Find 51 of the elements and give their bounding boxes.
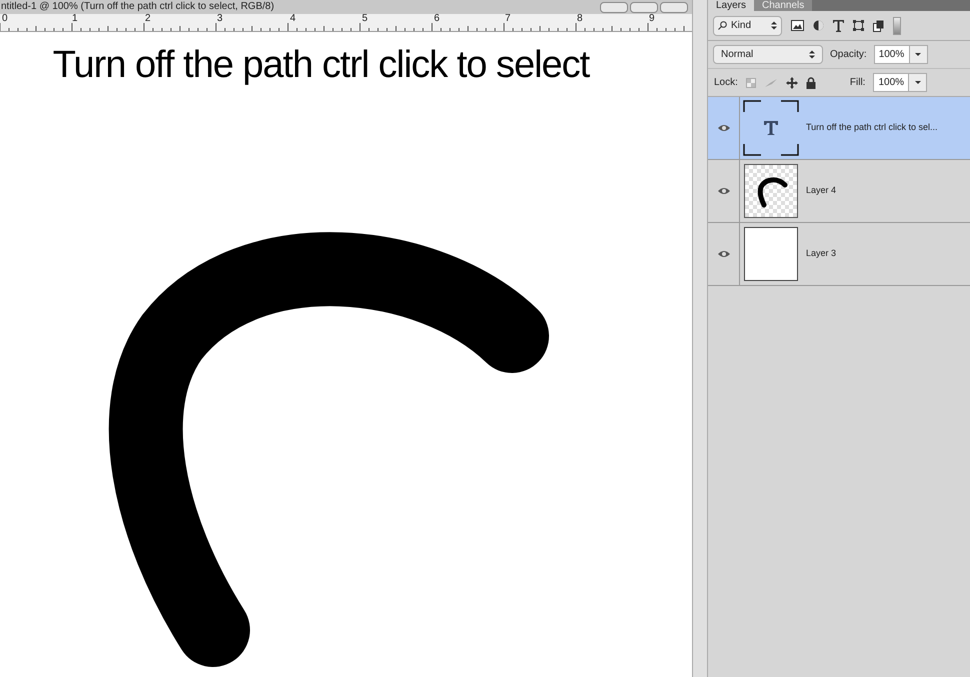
layer-name: Layer 3 <box>806 247 836 260</box>
ruler-label: 8 <box>577 14 583 24</box>
selection-corners-icon <box>743 100 799 156</box>
layer-row[interactable]: Turn off the path ctrl click to sel... <box>708 97 970 160</box>
layer-row[interactable]: Layer 3 <box>708 223 970 286</box>
blend-mode-dropdown[interactable]: Normal <box>713 45 823 64</box>
adjustment-filter-icon[interactable] <box>813 20 824 31</box>
ruler-label: 5 <box>362 14 368 24</box>
stepper-icon <box>771 21 777 30</box>
lock-icon[interactable] <box>806 76 816 88</box>
document-title: ntitled-1 @ 100% (Turn off the path ctrl click to select, RGB/8) <box>0 2 274 12</box>
blend-mode-value: Normal <box>721 48 754 62</box>
stroke-layer-thumbnail <box>744 164 798 218</box>
filter-dropdown[interactable]: Kind <box>713 16 782 36</box>
eye-icon[interactable] <box>718 187 730 195</box>
lock-label: Lock: <box>714 76 738 90</box>
stepper-icon <box>809 50 815 59</box>
ruler-label: 1 <box>72 14 78 24</box>
panel-tab[interactable]: Layers <box>708 0 754 11</box>
maximize-button[interactable] <box>630 2 658 12</box>
ruler-label: 9 <box>649 14 655 24</box>
layer-name: Turn off the path ctrl click to sel... <box>806 121 938 134</box>
smart-object-filter-icon[interactable] <box>873 20 884 32</box>
eye-icon[interactable] <box>718 124 730 132</box>
minimize-button[interactable] <box>600 2 628 12</box>
ruler-label: 4 <box>290 14 296 24</box>
canvas-heading: Turn off the path ctrl click to select <box>52 46 590 84</box>
opacity-label: Opacity: <box>830 48 867 62</box>
shape-filter-icon[interactable] <box>853 20 864 31</box>
blank-layer-thumbnail <box>744 227 798 281</box>
image-filter-icon[interactable] <box>791 20 804 31</box>
eye-icon[interactable] <box>718 250 730 258</box>
type-tool-icon <box>763 120 779 136</box>
close-button[interactable] <box>660 2 688 12</box>
search-icon <box>718 21 727 30</box>
ruler-label: 3 <box>217 14 223 24</box>
layer-name: Layer 4 <box>806 184 836 198</box>
layer-row[interactable]: Layer 4 <box>708 160 970 223</box>
type-filter-icon[interactable] <box>833 20 844 32</box>
ruler-label: 2 <box>145 14 151 24</box>
opacity-field[interactable]: 100% <box>874 45 928 64</box>
filter-toggle[interactable] <box>893 16 901 34</box>
move-icon[interactable] <box>786 76 798 88</box>
fill-field[interactable]: 100% <box>873 73 928 92</box>
ruler-label: 7 <box>505 14 511 24</box>
filter-value: Kind <box>731 19 752 33</box>
ruler-label: 6 <box>434 14 440 24</box>
fill-value: 100% <box>877 76 906 90</box>
opacity-value: 100% <box>878 48 906 62</box>
ruler-label: 0 <box>2 14 8 24</box>
fill-label: Fill: <box>850 76 866 90</box>
